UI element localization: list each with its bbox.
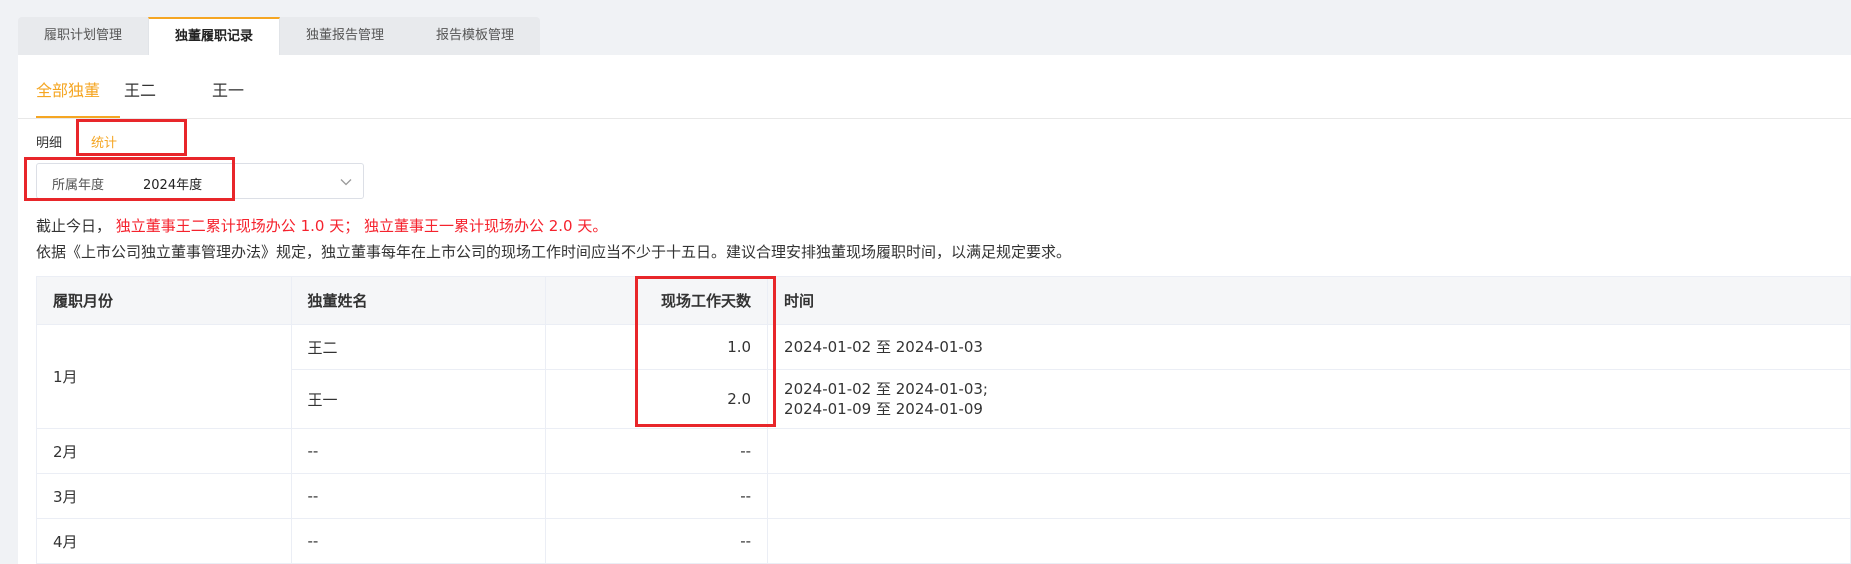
year-select[interactable]: 所属年度 2024年度 — [36, 163, 364, 199]
director-tab-bar: 全部独董 王二 王一 — [18, 55, 1851, 119]
year-select-value: 2024年度 — [143, 178, 203, 193]
view-tab-statistics[interactable]: 统计 — [91, 132, 117, 151]
time-cell: 2024-01-02 至 2024-01-03; 2024-01-09 至 20… — [767, 369, 1851, 429]
year-select-label: 所属年度 — [52, 178, 105, 193]
director-tab-wang-yi[interactable]: 王一 — [212, 77, 244, 101]
table-header-row: 履职月份 独董姓名 现场工作天数 时间 — [36, 276, 1851, 325]
days-cell: 1.0 — [545, 324, 769, 370]
time-cell — [767, 428, 1851, 474]
name-cell: 王二 — [290, 324, 547, 370]
statistics-table: 履职月份 独董姓名 现场工作天数 时间 1月 王二 1.0 2024-01-02… — [36, 276, 1851, 564]
time-cell: 2024-01-02 至 2024-01-03 — [767, 324, 1851, 370]
table-row: 4月 -- -- — [36, 518, 1851, 564]
tab-plan-management[interactable]: 履职计划管理 — [18, 17, 148, 55]
days-cell: 2.0 — [545, 369, 769, 429]
notice-summary: 独立董事王二累计现场办公 1.0 天； 独立董事王一累计现场办公 2.0 天。 — [115, 217, 608, 235]
name-cell: 王一 — [290, 369, 547, 429]
name-cell: -- — [290, 518, 547, 564]
director-tab-wang-er[interactable]: 王二 — [124, 77, 156, 101]
tab-duty-records[interactable]: 独董履职记录 — [148, 17, 281, 55]
time-range: 2024-01-02 至 2024-01-03; — [784, 380, 988, 398]
table-row: 3月 -- -- — [36, 473, 1851, 519]
regulation-notice: 依据《上市公司独立董事管理办法》规定，独立董事每年在上市公司的现场工作时间应当不… — [36, 243, 1072, 261]
days-cell: -- — [545, 473, 769, 519]
time-cell — [767, 518, 1851, 564]
main-panel: 全部独董 王二 王一 明细 统计 所属年度 2024年度 截止今日， 独立董事王… — [18, 55, 1851, 564]
tab-report-management[interactable]: 独董报告管理 — [280, 17, 410, 55]
time-range: 2024-01-02 至 2024-01-03 — [784, 338, 983, 356]
month-cell: 1月 — [36, 324, 292, 429]
page-tab-bar: 履职计划管理 独董履职记录 独董报告管理 报告模板管理 — [18, 17, 541, 55]
notice-prefix: 截止今日， — [36, 217, 112, 235]
header-director-name: 独董姓名 — [290, 276, 547, 325]
chevron-down-icon — [340, 179, 352, 186]
header-month: 履职月份 — [36, 276, 292, 325]
time-range: 2024-01-09 至 2024-01-09 — [784, 400, 983, 418]
month-cell: 2月 — [36, 428, 292, 474]
tab-template-management[interactable]: 报告模板管理 — [410, 17, 540, 55]
table-row: 1月 王二 1.0 2024-01-02 至 2024-01-03 — [36, 324, 1851, 429]
header-onsite-days: 现场工作天数 — [545, 276, 769, 325]
header-time: 时间 — [767, 276, 1851, 325]
month-cell: 3月 — [36, 473, 292, 519]
cumulative-notice: 截止今日， 独立董事王二累计现场办公 1.0 天； 独立董事王一累计现场办公 2… — [36, 215, 607, 236]
table-row: 王一 2.0 2024-01-02 至 2024-01-03; 2024-01-… — [37, 369, 1851, 429]
month-cell: 4月 — [36, 518, 292, 564]
director-tab-all[interactable]: 全部独董 — [36, 77, 100, 101]
time-cell — [767, 473, 1851, 519]
days-cell: -- — [545, 428, 769, 474]
name-cell: -- — [290, 473, 547, 519]
name-cell: -- — [290, 428, 547, 474]
days-cell: -- — [545, 518, 769, 564]
table-row: 2月 -- -- — [36, 428, 1851, 474]
view-tab-detail[interactable]: 明细 — [36, 132, 62, 151]
active-tab-underline — [36, 116, 120, 118]
